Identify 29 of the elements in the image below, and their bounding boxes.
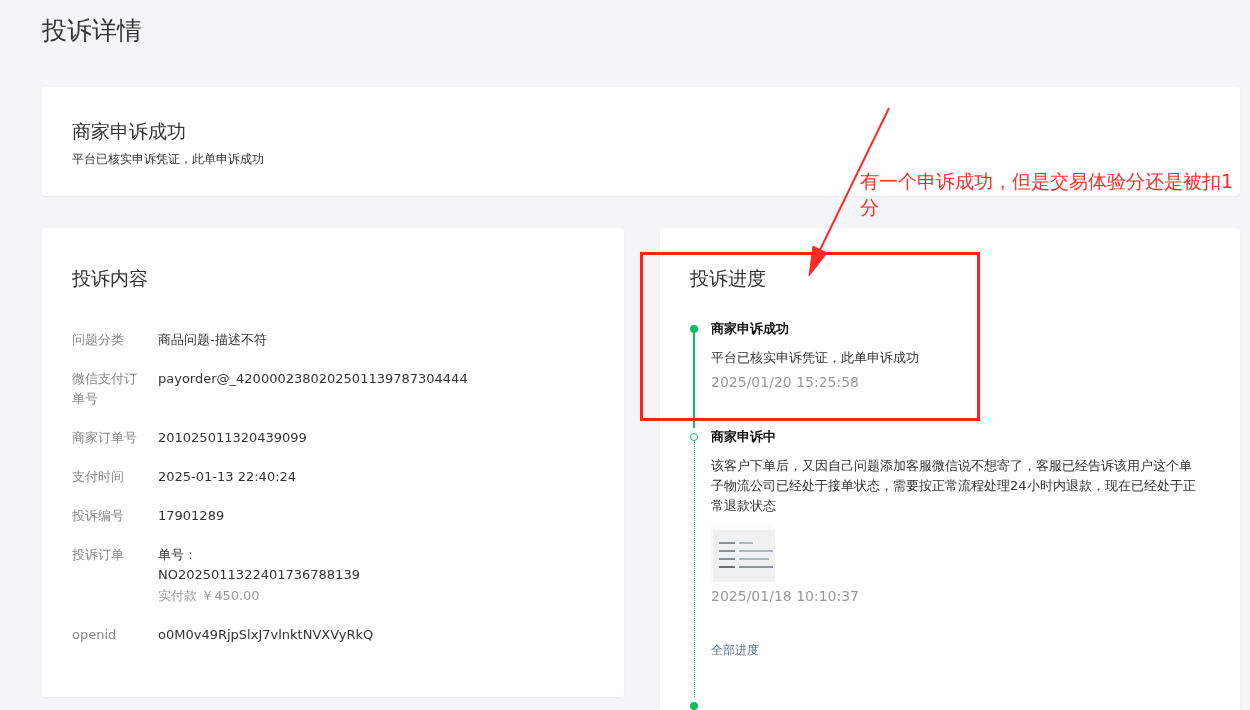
- all-progress-link[interactable]: 全部进度: [711, 642, 759, 659]
- field-label: openid: [72, 626, 118, 644]
- field-label: 支付时间: [72, 468, 125, 486]
- field-value: o0M0v49RjpSlxJ7vlnktNVXVyRkQ: [158, 626, 375, 644]
- event-text: 该客户下单后，又因自己问题添加客服微信说不想寄了，客服已经告诉该用户这个单子物流公司已经处于接单状态，需要按正常流程处理24小时内退款，现在已经处于正常退款状态: [711, 457, 1197, 515]
- annotation-text: 有一个申诉成功，但是交易体验分还是被扣1分: [860, 169, 1235, 220]
- card-heading: 投诉内容: [72, 266, 149, 291]
- field-value: 单号：: [158, 546, 198, 564]
- field-label: 问题分类: [72, 331, 125, 349]
- field-label: 投诉订单: [72, 546, 125, 564]
- event-time: 2025/01/20 15:25:58: [711, 374, 861, 390]
- field-value: 201025011320439099: [158, 429, 308, 447]
- event-title: 商家申诉成功: [711, 320, 790, 338]
- field-label: 商家订单号: [72, 429, 138, 447]
- event-title: 商家申诉中: [711, 428, 777, 446]
- field-value: 商品问题-描述不符: [158, 331, 268, 349]
- field-label: 投诉编号: [72, 507, 125, 525]
- event-text: 平台已核实申诉凭证，此单申诉成功: [711, 349, 920, 367]
- field-value: NO2025011322401736788139: [158, 566, 361, 584]
- page-title: 投诉详情: [41, 15, 143, 47]
- card-heading: 投诉进度: [690, 266, 767, 291]
- status-subtitle: 平台已核实申诉凭证，此单申诉成功: [72, 151, 265, 168]
- field-value: 2025-01-13 22:40:24: [158, 468, 298, 486]
- field-value: 17901289: [158, 507, 226, 525]
- status-title: 商家申诉成功: [72, 119, 187, 144]
- field-label: 微信支付订单号: [72, 370, 138, 408]
- field-note: 实付款 ￥450.00: [158, 587, 261, 605]
- event-time: 2025/01/18 10:10:37: [711, 588, 861, 604]
- field-value: payorder@_4200002380202501139787304444: [158, 370, 469, 388]
